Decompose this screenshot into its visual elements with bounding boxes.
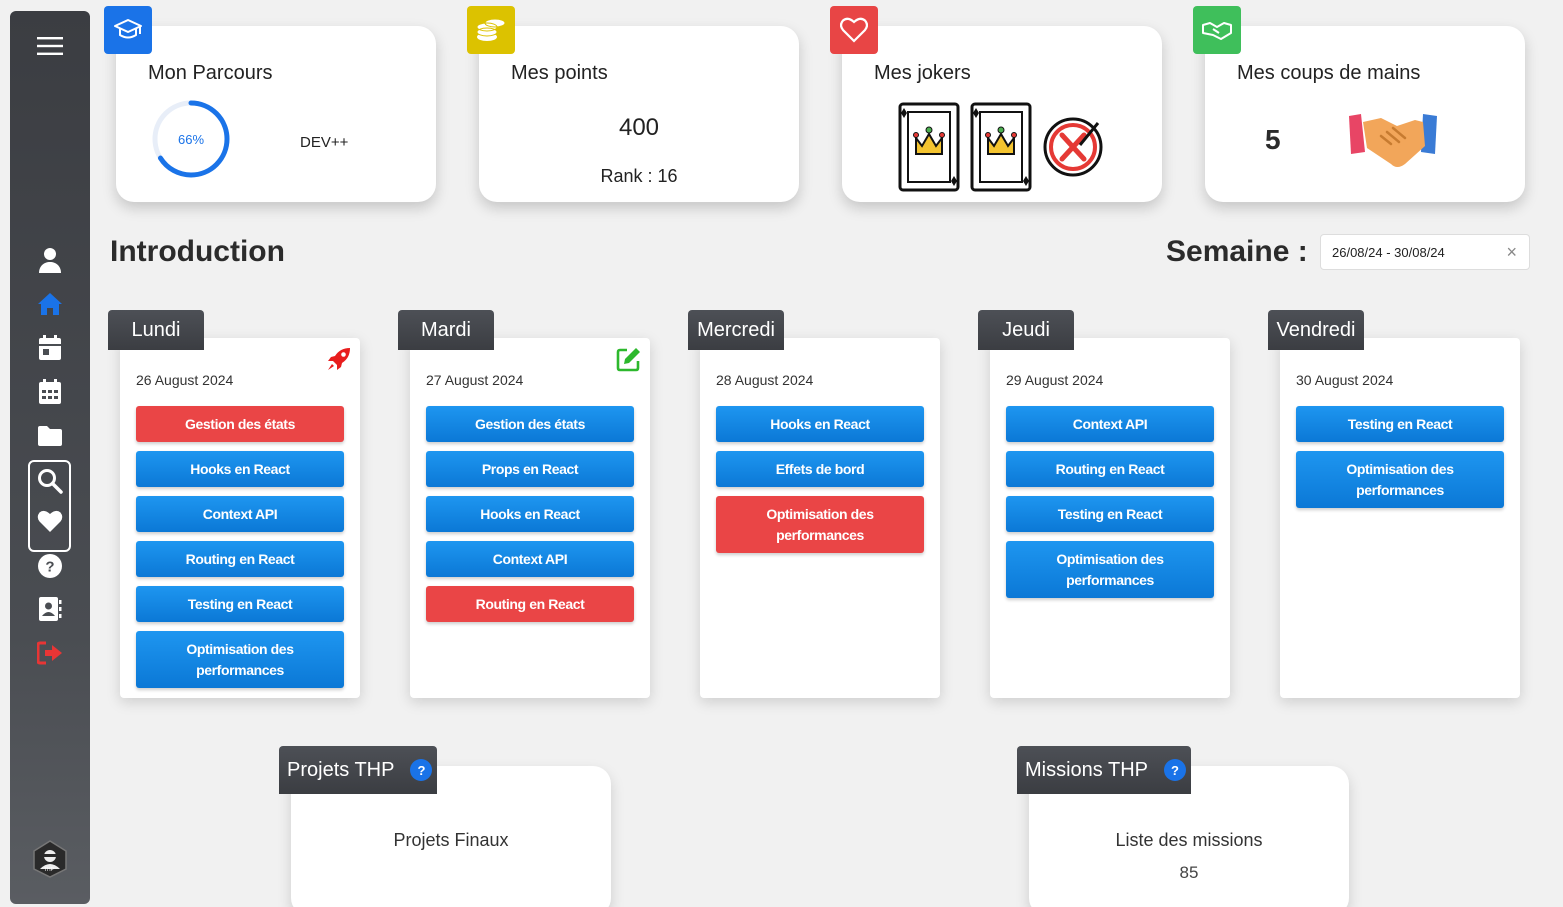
lesson-button[interactable]: Context API bbox=[1006, 406, 1214, 442]
day-card-1: 27 August 2024 Gestion des états Props en … bbox=[410, 338, 650, 698]
day-tab-label: Vendredi bbox=[1268, 310, 1364, 350]
points-title: Mes points bbox=[511, 62, 608, 84]
lesson-button[interactable]: Gestion des états bbox=[136, 406, 344, 442]
user-icon[interactable] bbox=[10, 242, 90, 278]
lesson-button[interactable]: Optimisation des performances bbox=[716, 496, 924, 553]
joker-used-icon bbox=[1043, 117, 1103, 177]
lesson-button[interactable]: Hooks en React bbox=[716, 406, 924, 442]
contact-book-icon[interactable] bbox=[10, 591, 90, 627]
jokers-card: Mes jokers bbox=[842, 26, 1162, 202]
heart-icon[interactable] bbox=[10, 503, 90, 539]
joker-card-icon bbox=[970, 102, 1032, 192]
projets-title: Projets THP bbox=[287, 758, 395, 781]
coups-title: Mes coups de mains bbox=[1237, 62, 1421, 84]
day-date: 29 August 2024 bbox=[1006, 372, 1104, 388]
day-date: 26 August 2024 bbox=[136, 372, 234, 388]
hamburger-icon[interactable] bbox=[10, 28, 90, 64]
week-range-picker[interactable]: 26/08/24 - 30/08/24 × bbox=[1320, 234, 1530, 270]
svg-text:?: ? bbox=[45, 559, 54, 576]
day-card-2: 28 August 2024 Hooks en React Effets de bo… bbox=[700, 338, 940, 698]
coins-icon bbox=[467, 6, 515, 54]
section-title: Introduction bbox=[110, 235, 285, 268]
lesson-button[interactable]: Context API bbox=[426, 541, 634, 577]
calendar-icon[interactable] bbox=[10, 374, 90, 410]
search-icon[interactable] bbox=[10, 463, 90, 499]
lesson-button[interactable]: Routing en React bbox=[1006, 451, 1214, 487]
coups-value: 5 bbox=[1265, 124, 1281, 155]
lesson-button[interactable]: Hooks en React bbox=[426, 496, 634, 532]
lesson-button[interactable]: Testing en React bbox=[1006, 496, 1214, 532]
week-label: Semaine : bbox=[1166, 235, 1308, 268]
progress-label: 66% bbox=[177, 132, 205, 147]
day-card-3: 29 August 2024 Context API Routing en Reac… bbox=[990, 338, 1230, 698]
missions-content[interactable]: Liste des missions bbox=[1029, 830, 1349, 851]
lesson-button[interactable]: Testing en React bbox=[1296, 406, 1504, 442]
projets-content[interactable]: Projets Finaux bbox=[291, 830, 611, 851]
question-icon[interactable]: ? bbox=[10, 548, 90, 584]
missions-count: 85 bbox=[1179, 863, 1199, 882]
help-icon[interactable]: ? bbox=[410, 759, 433, 781]
folder-icon[interactable] bbox=[10, 418, 90, 454]
lesson-button[interactable]: Gestion des états bbox=[426, 406, 634, 442]
projets-tab: Projets THP ? bbox=[279, 746, 437, 794]
day-tab-label: Mardi bbox=[398, 310, 494, 350]
lesson-button[interactable]: Optimisation des performances bbox=[1006, 541, 1214, 598]
edit-icon[interactable] bbox=[616, 346, 642, 377]
jokers-title: Mes jokers bbox=[874, 62, 971, 84]
handshake-badge-icon bbox=[1193, 6, 1241, 54]
points-value: 400 bbox=[618, 114, 660, 141]
day-date: 30 August 2024 bbox=[1296, 372, 1394, 388]
lesson-button[interactable]: Testing en React bbox=[136, 586, 344, 622]
lesson-button[interactable]: Context API bbox=[136, 496, 344, 532]
handshake-icon bbox=[1349, 114, 1437, 167]
level-label: DEV++ bbox=[300, 134, 349, 151]
parcours-card: Mon Parcours 66% DEV++ bbox=[116, 26, 436, 202]
close-icon[interactable]: × bbox=[1506, 243, 1517, 261]
lesson-button[interactable]: Effets de bord bbox=[716, 451, 924, 487]
day-tab-label: Mercredi bbox=[688, 310, 784, 350]
day-card-0: 26 August 2024 Gestion des états Hooks en … bbox=[120, 338, 360, 698]
lesson-button[interactable]: Props en React bbox=[426, 451, 634, 487]
coups-card: Mes coups de mains 5 bbox=[1205, 26, 1525, 202]
lesson-button[interactable]: Optimisation des performances bbox=[136, 631, 344, 688]
graduation-cap-icon bbox=[104, 6, 152, 54]
day-date: 27 August 2024 bbox=[426, 372, 524, 388]
day-tab-label: Jeudi bbox=[978, 310, 1074, 350]
thp-logo[interactable]: THP bbox=[10, 837, 90, 881]
calendar-day-icon[interactable] bbox=[10, 330, 90, 366]
lesson-button[interactable]: Hooks en React bbox=[136, 451, 344, 487]
week-range-value: 26/08/24 - 30/08/24 bbox=[1332, 244, 1445, 260]
logout-icon[interactable] bbox=[10, 635, 90, 671]
lesson-button[interactable]: Routing en React bbox=[136, 541, 344, 577]
help-icon[interactable]: ? bbox=[1164, 759, 1186, 781]
joker-card-icon bbox=[898, 102, 960, 192]
day-date: 28 August 2024 bbox=[716, 372, 814, 388]
heart-outline-icon bbox=[830, 6, 878, 54]
missions-tab: Missions THP ? bbox=[1017, 746, 1191, 794]
lesson-button[interactable]: Routing en React bbox=[426, 586, 634, 622]
sidebar: ? THP bbox=[10, 11, 90, 904]
points-card: Mes points 400 Rank : 16 bbox=[479, 26, 799, 202]
lesson-button[interactable]: Optimisation des performances bbox=[1296, 451, 1504, 508]
rank-label: Rank : 16 bbox=[600, 166, 678, 186]
missions-title: Missions THP bbox=[1025, 758, 1148, 781]
day-card-4: 30 August 2024 Testing en React Optimisati… bbox=[1280, 338, 1520, 698]
home-icon[interactable] bbox=[10, 286, 90, 322]
rocket-icon[interactable] bbox=[326, 346, 352, 377]
day-tab-label: Lundi bbox=[108, 310, 204, 350]
logo-text: THP bbox=[44, 867, 54, 873]
parcours-title: Mon Parcours bbox=[148, 62, 273, 84]
